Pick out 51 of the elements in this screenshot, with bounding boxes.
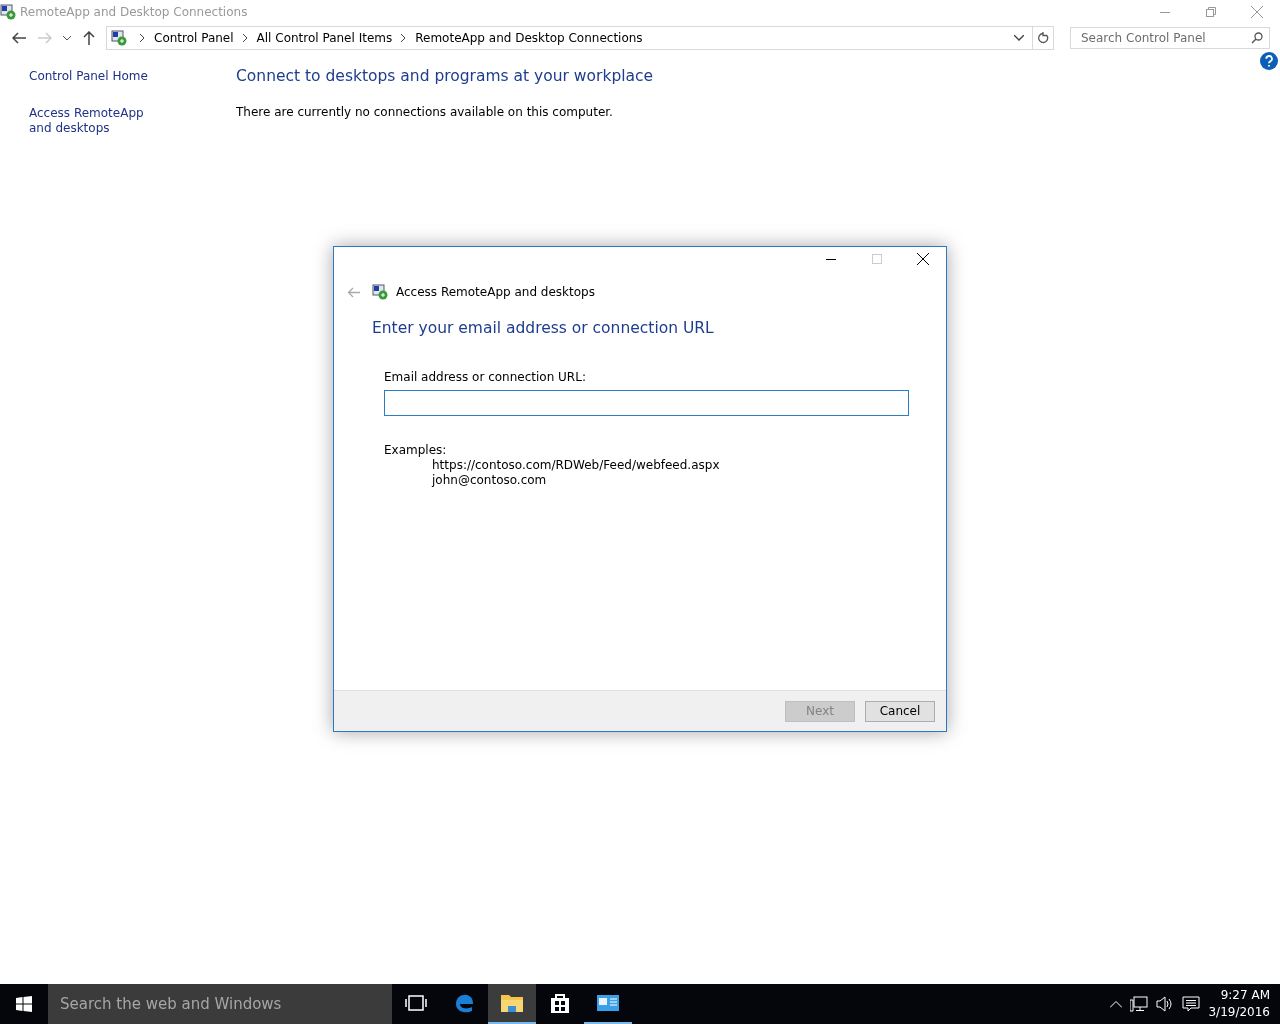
speaker-icon[interactable]: [1156, 996, 1175, 1012]
cancel-button[interactable]: Cancel: [865, 700, 935, 722]
maximize-icon: [872, 254, 882, 264]
breadcrumb-item[interactable]: All Control Panel Items: [256, 31, 393, 45]
clock[interactable]: 9:27 AM 3/19/2016: [1208, 987, 1270, 1021]
status-message: There are currently no connections available on this computer.: [236, 105, 614, 119]
sidebar-link[interactable]: Access RemoteApp and desktops: [29, 106, 169, 136]
page-heading: Connect to desktops and programs at your workplace: [236, 67, 655, 85]
network-icon[interactable]: [1130, 996, 1149, 1012]
refresh-icon[interactable]: [1037, 32, 1049, 44]
breadcrumb-item[interactable]: RemoteApp and Desktop Connections: [415, 31, 643, 45]
examples-label: Examples:: [384, 443, 448, 457]
caret-icon: [63, 35, 71, 41]
task-view-icon: [405, 995, 427, 1011]
address-bar[interactable]: Control Panel All Control Panel Items RemoteApp and Desktop Connections: [106, 26, 1054, 50]
time-text: 9:27 AM: [1220, 987, 1270, 1004]
forward-arrow-icon: [38, 32, 52, 44]
restore-icon: [1206, 7, 1216, 17]
notification-icon[interactable]: [1182, 996, 1201, 1012]
chevron-icon: [401, 31, 407, 45]
sidebar-link[interactable]: Control Panel Home: [29, 69, 169, 84]
date-text: 3/19/2016: [1208, 1004, 1270, 1021]
control-panel-icon: [372, 284, 388, 300]
shopping-bag-icon: [550, 992, 570, 1014]
help-icon[interactable]: [1260, 52, 1278, 70]
search-field[interactable]: Search Control Panel: [1070, 27, 1270, 49]
taskbar-app-button[interactable]: [488, 984, 536, 1024]
dropdown-icon[interactable]: [1014, 35, 1024, 41]
example-text: https://contoso.com/RDWeb/Feed/webfeed.aspx: [432, 459, 721, 472]
folder-icon: [500, 993, 524, 1013]
dialog-heading: Enter your email address or connection URL: [372, 319, 715, 337]
window-title: RemoteApp and Desktop Connections: [20, 5, 248, 19]
chevron-icon: [140, 31, 145, 45]
close-icon: [1251, 6, 1263, 18]
example-text: john@contoso.com: [432, 474, 548, 487]
chevron-icon: [242, 31, 248, 45]
back-arrow-icon: [12, 32, 26, 44]
chevron-up-icon[interactable]: [1110, 1000, 1123, 1008]
field-label: Email address or connection URL:: [384, 370, 587, 384]
close-icon: [917, 253, 929, 265]
back-arrow-icon: [346, 286, 360, 298]
breadcrumb-item[interactable]: Control Panel: [154, 31, 234, 45]
url-input-field[interactable]: [384, 390, 909, 416]
up-arrow-icon: [83, 31, 95, 45]
taskbar-search-field[interactable]: Search the web and Windows: [48, 984, 392, 1024]
remote-desktop-icon: [596, 993, 620, 1013]
browser-e-icon: [453, 992, 475, 1014]
dialog-title: Access RemoteApp and desktops: [396, 285, 595, 299]
control-panel-icon: [111, 30, 127, 46]
search-icon: [1251, 32, 1263, 44]
windows-logo-icon: [16, 996, 32, 1012]
